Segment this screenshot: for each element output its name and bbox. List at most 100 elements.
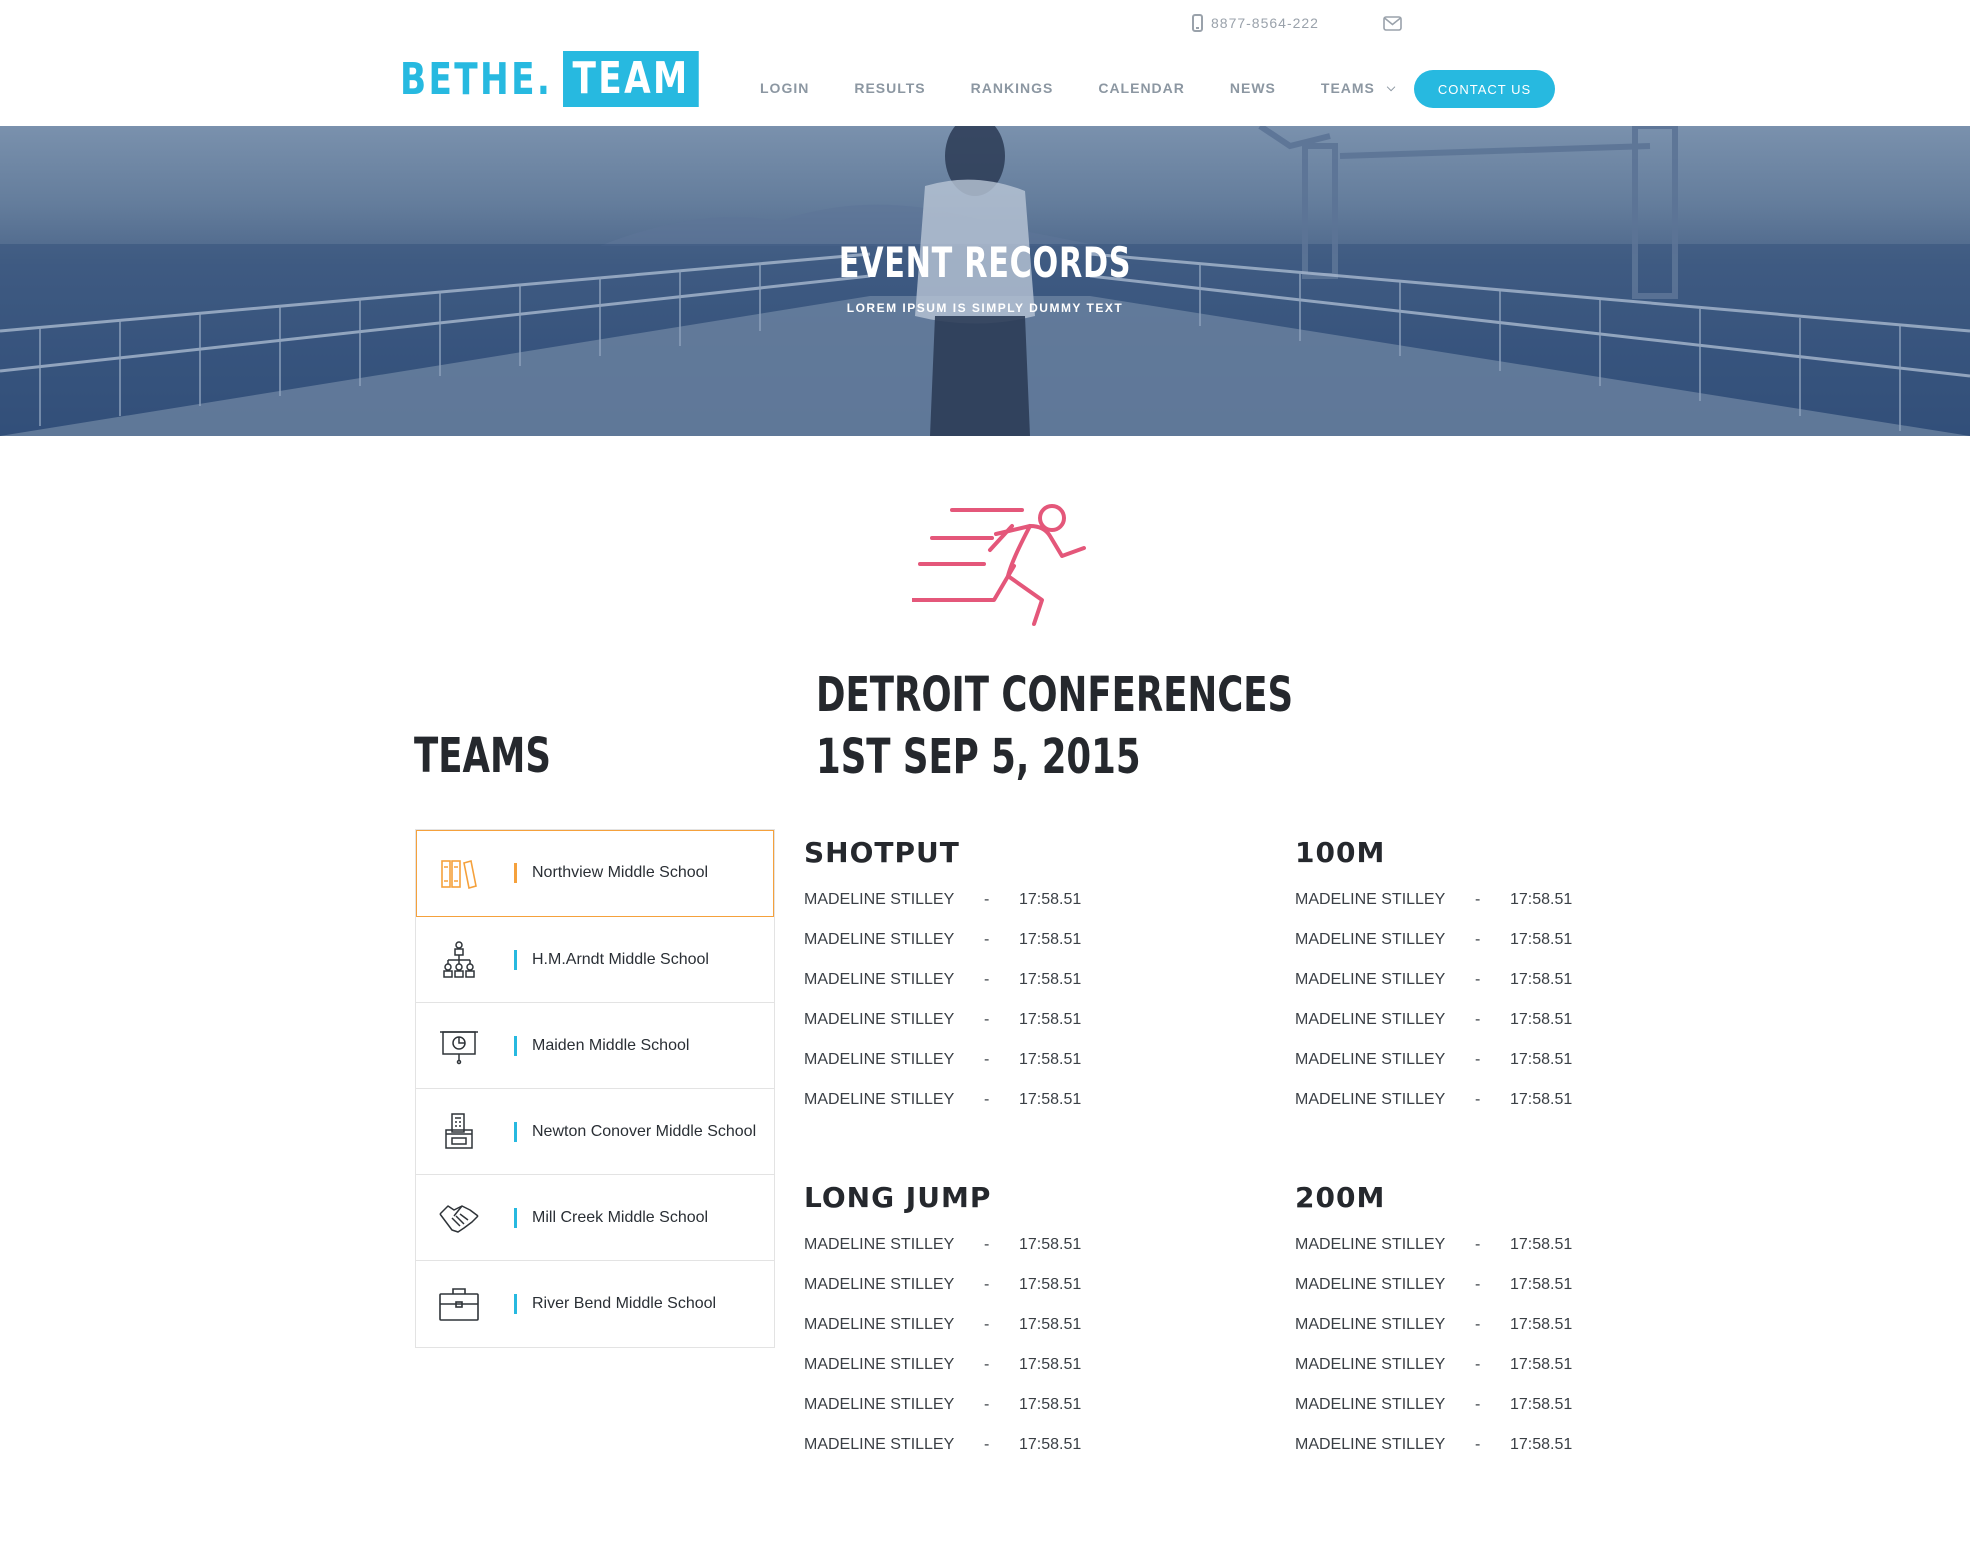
record-row: MADELINE STILLEY - 17:58.51 [804, 1225, 1134, 1265]
separator: - [984, 971, 990, 988]
record-time: 17:58.51 [1019, 1316, 1082, 1333]
record-row: MADELINE STILLEY - 17:58.51 [1295, 1225, 1625, 1265]
record-row: MADELINE STILLEY - 17:58.51 [804, 1305, 1134, 1345]
separator: - [984, 1011, 990, 1028]
separator: - [984, 931, 990, 948]
nav-results[interactable]: RESULTS [854, 70, 925, 106]
handshake-icon [439, 1204, 479, 1233]
separator: - [1475, 1356, 1481, 1373]
record-row: MADELINE STILLEY - 17:58.51 [1295, 1305, 1625, 1345]
contact-us-button[interactable]: CONTACT US [1414, 70, 1555, 108]
logo-text-left: BETHE. [400, 53, 553, 105]
record-time: 17:58.51 [1019, 891, 1082, 908]
chevron-down-icon: ⌵ [1386, 81, 1397, 94]
athlete-name: MADELINE STILLEY [804, 1051, 955, 1068]
record-row: MADELINE STILLEY - 17:58.51 [1295, 920, 1625, 960]
org-chart-icon [443, 940, 475, 978]
nav-login[interactable]: LOGIN [760, 70, 809, 106]
record-row: MADELINE STILLEY - 17:58.51 [804, 1000, 1134, 1040]
separator: - [1475, 891, 1481, 908]
record-time: 17:58.51 [1510, 971, 1573, 988]
record-title: 100M [1295, 836, 1386, 869]
record-time: 17:58.51 [1510, 931, 1573, 948]
team-divider [514, 1035, 517, 1056]
athlete-name: MADELINE STILLEY [1295, 1436, 1446, 1453]
team-divider [514, 949, 517, 970]
main-nav: LOGIN RESULTS RANKINGS CALENDAR NEWS TEA… [760, 70, 1441, 106]
nav-calendar-label: CALENDAR [1098, 80, 1185, 96]
athlete-name: MADELINE STILLEY [1295, 931, 1446, 948]
record-row: MADELINE STILLEY - 17:58.51 [1295, 1385, 1625, 1425]
record-row: MADELINE STILLEY - 17:58.51 [804, 920, 1134, 960]
record-time: 17:58.51 [1510, 1276, 1573, 1293]
nav-teams-label: TEAMS [1320, 80, 1375, 96]
team-item-hm-arndt[interactable]: H.M.Arndt Middle School [416, 917, 774, 1003]
event-title-line1: DETROIT CONFERENCES [816, 667, 1294, 723]
phone-contact[interactable]: 8877-8564-222 [1192, 14, 1319, 32]
nav-news[interactable]: NEWS [1230, 70, 1276, 106]
presentation-board-icon [440, 1030, 478, 1064]
record-row: MADELINE STILLEY - 17:58.51 [804, 1040, 1134, 1080]
separator: - [1475, 971, 1481, 988]
record-title: SHOTPUT [804, 836, 960, 869]
athlete-name: MADELINE STILLEY [1295, 1051, 1446, 1068]
site-logo[interactable]: BETHE. TEAM [400, 51, 699, 107]
record-time: 17:58.51 [1019, 971, 1082, 988]
record-time: 17:58.51 [1510, 1316, 1573, 1333]
nav-calendar[interactable]: CALENDAR [1098, 70, 1185, 106]
phone-number: 8877-8564-222 [1211, 15, 1319, 31]
record-time: 17:58.51 [1510, 1051, 1573, 1068]
record-row: MADELINE STILLEY - 17:58.51 [804, 880, 1134, 920]
record-time: 17:58.51 [1510, 1236, 1573, 1253]
record-row: MADELINE STILLEY - 17:58.51 [804, 1385, 1134, 1425]
team-item-maiden[interactable]: Maiden Middle School [416, 1003, 774, 1089]
nav-rankings-label: RANKINGS [970, 80, 1054, 96]
team-name: River Bend Middle School [532, 1295, 717, 1312]
athlete-name: MADELINE STILLEY [804, 1276, 955, 1293]
record-time: 17:58.51 [1019, 1051, 1082, 1068]
athlete-name: MADELINE STILLEY [1295, 1316, 1446, 1333]
nav-rankings[interactable]: RANKINGS [971, 70, 1054, 106]
record-block-100m: 100M MADELINE STILLEY - 17:58.51 MADELINE … [1295, 836, 1625, 1120]
separator: - [984, 1051, 990, 1068]
briefcase-icon [439, 1288, 479, 1321]
athlete-name: MADELINE STILLEY [804, 1436, 955, 1453]
athlete-name: MADELINE STILLEY [804, 1356, 955, 1373]
team-item-mill-creek[interactable]: Mill Creek Middle School [416, 1175, 774, 1261]
record-time: 17:58.51 [1019, 1091, 1082, 1108]
separator: - [1475, 1316, 1481, 1333]
team-name: Newton Conover Middle School [532, 1122, 757, 1140]
record-time: 17:58.51 [1019, 1356, 1082, 1373]
athlete-name: MADELINE STILLEY [804, 1316, 955, 1333]
team-divider [514, 1294, 517, 1314]
record-row: MADELINE STILLEY - 17:58.51 [804, 1425, 1134, 1465]
envelope-icon[interactable] [1383, 16, 1402, 31]
separator: - [1475, 1396, 1481, 1413]
record-row: MADELINE STILLEY - 17:58.51 [804, 1080, 1134, 1120]
separator: - [1475, 1091, 1481, 1108]
team-divider [514, 1207, 517, 1228]
nav-teams[interactable]: TEAMS ⌵ [1321, 70, 1396, 106]
team-item-newton-conover[interactable]: Newton Conover Middle School [416, 1089, 774, 1175]
team-name: Northview Middle School [532, 864, 709, 881]
record-time: 17:58.51 [1510, 1356, 1573, 1373]
athlete-name: MADELINE STILLEY [1295, 1356, 1446, 1373]
athlete-name: MADELINE STILLEY [804, 1236, 955, 1253]
record-time: 17:58.51 [1510, 891, 1573, 908]
mobile-phone-icon [1192, 14, 1203, 32]
athlete-name: MADELINE STILLEY [804, 1091, 955, 1108]
separator: - [984, 1091, 990, 1108]
separator: - [1475, 931, 1481, 948]
record-time: 17:58.51 [1510, 1396, 1573, 1413]
team-divider [514, 863, 517, 883]
logo-text-right: TEAM [563, 51, 699, 107]
team-item-river-bend[interactable]: River Bend Middle School [416, 1261, 774, 1347]
separator: - [1475, 1236, 1481, 1253]
teams-list: Northview Middle School H.M.Arndt Middle… [415, 829, 775, 1348]
team-item-northview[interactable]: Northview Middle School [416, 830, 774, 917]
record-block-shotput: SHOTPUT MADELINE STILLEY - 17:58.51 MADELI… [804, 836, 1134, 1120]
separator: - [984, 1436, 990, 1453]
record-row: MADELINE STILLEY - 17:58.51 [1295, 960, 1625, 1000]
record-row: MADELINE STILLEY - 17:58.51 [1295, 880, 1625, 920]
separator: - [1475, 1051, 1481, 1068]
